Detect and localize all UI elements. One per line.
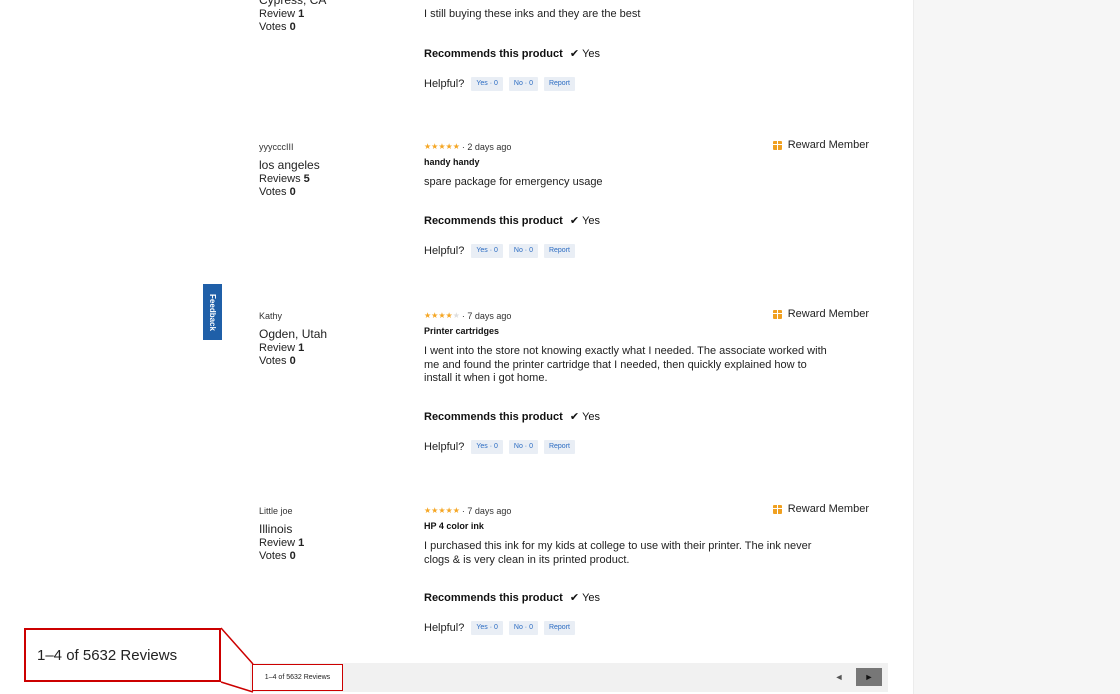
zoom-callout: 1–4 of 5632 Reviews (24, 628, 221, 682)
callout-connector (220, 627, 254, 693)
